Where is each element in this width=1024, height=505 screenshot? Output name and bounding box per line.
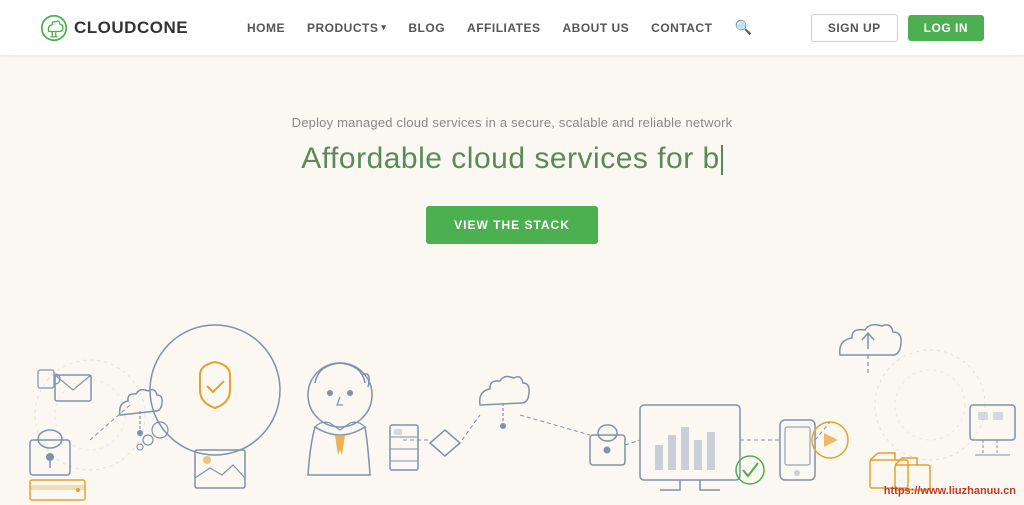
nav-blog[interactable]: BLOG <box>408 21 445 35</box>
illustration-svg <box>0 275 1024 505</box>
header-buttons: SIGN UP LOG IN <box>811 14 984 42</box>
site-header: CLOUDCONE HOME PRODUCTS ▾ BLOG AFFILIATE… <box>0 0 1024 55</box>
nav-contact[interactable]: CONTACT <box>651 21 712 35</box>
logo-icon <box>40 14 68 42</box>
nav-home[interactable]: HOME <box>247 21 285 35</box>
search-icon[interactable]: 🔍 <box>734 19 751 36</box>
hero-illustration <box>0 275 1024 505</box>
hero-section: Deploy managed cloud services in a secur… <box>0 55 1024 505</box>
logo[interactable]: CLOUDCONE <box>40 14 188 42</box>
hero-subtitle: Deploy managed cloud services in a secur… <box>292 115 733 130</box>
nav-about[interactable]: ABOUT US <box>562 21 629 35</box>
logo-text: CLOUDCONE <box>74 18 188 38</box>
nav-products[interactable]: PRODUCTS ▾ <box>307 21 386 35</box>
text-cursor <box>721 145 723 175</box>
signup-button[interactable]: SIGN UP <box>811 14 898 42</box>
chevron-down-icon: ▾ <box>381 22 386 33</box>
view-stack-button[interactable]: VIEW THE STACK <box>426 206 598 244</box>
nav-affiliates[interactable]: AFFILIATES <box>467 21 540 35</box>
login-button[interactable]: LOG IN <box>908 15 984 41</box>
watermark: https://www.liuzhanuu.cn <box>884 485 1016 497</box>
main-nav: HOME PRODUCTS ▾ BLOG AFFILIATES ABOUT US… <box>247 19 752 36</box>
hero-title: Affordable cloud services for b <box>301 142 723 176</box>
